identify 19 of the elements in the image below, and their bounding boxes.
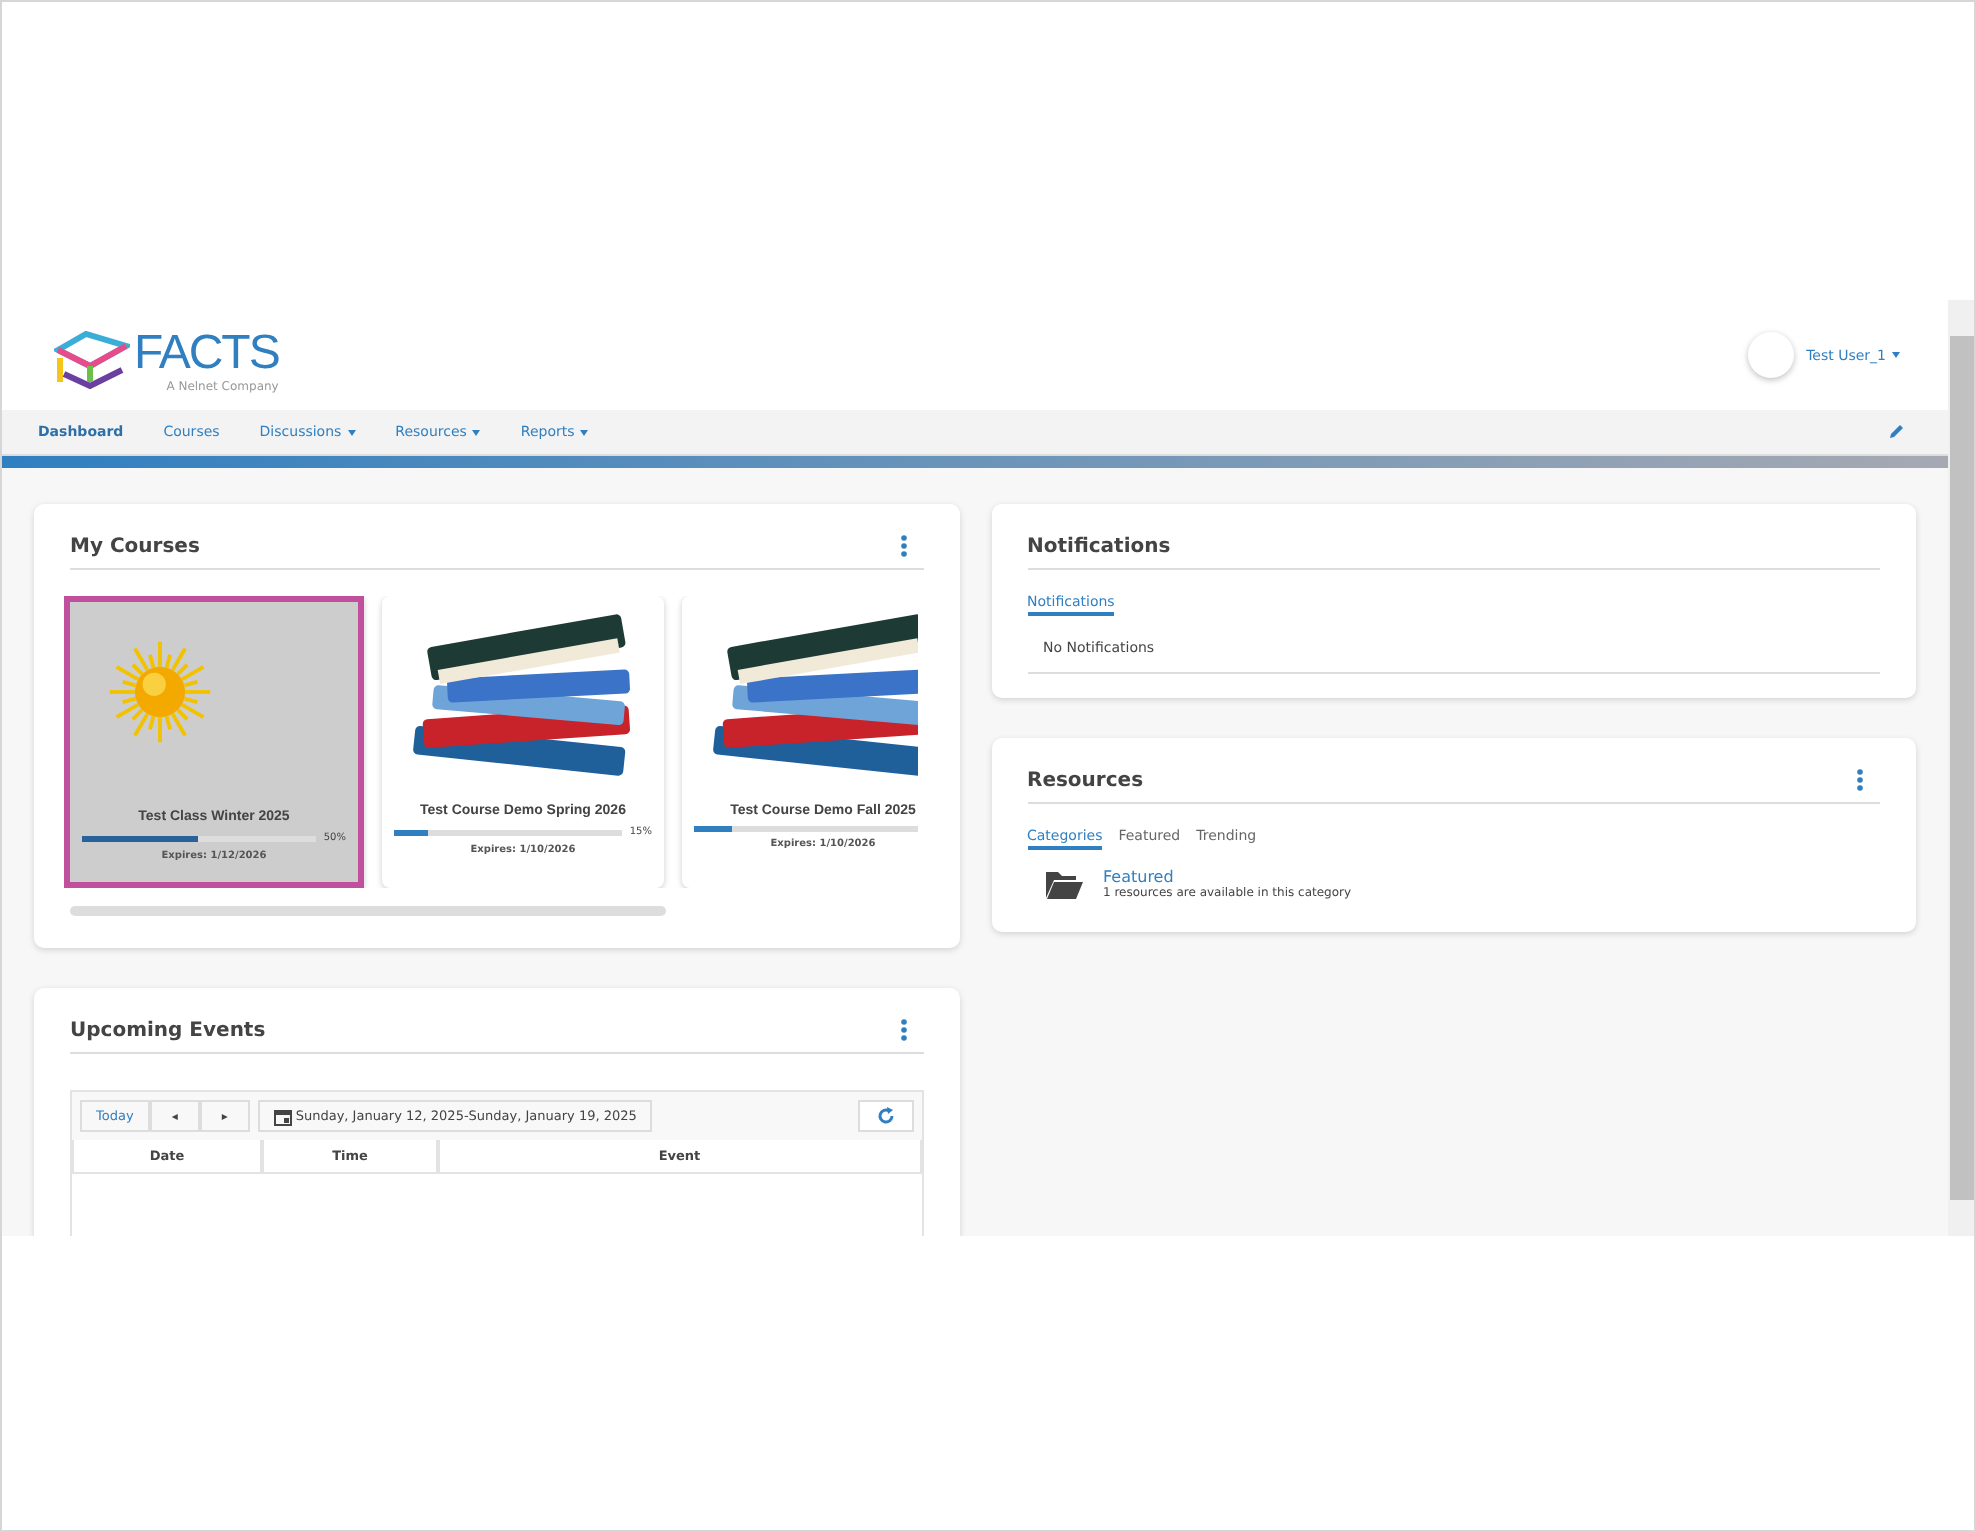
refresh-icon bbox=[875, 1106, 895, 1126]
horizontal-scrollbar[interactable] bbox=[70, 906, 666, 916]
card-title: My Courses bbox=[70, 535, 200, 557]
avatar bbox=[1748, 332, 1795, 378]
more-menu-icon bbox=[899, 1018, 907, 1042]
more-menu-icon bbox=[899, 534, 907, 558]
folder-icon bbox=[1043, 868, 1083, 900]
card-title: Notifications bbox=[1027, 535, 1171, 557]
vertical-scrollbar[interactable] bbox=[1948, 300, 1974, 1236]
category-link[interactable]: Featured bbox=[1103, 868, 1352, 886]
card-title: Upcoming Events bbox=[70, 1019, 266, 1041]
logo-icon bbox=[54, 329, 130, 389]
more-menu-icon bbox=[1856, 768, 1864, 792]
logo-wordmark: FACTS bbox=[134, 329, 279, 377]
card-title: Resources bbox=[1027, 769, 1144, 791]
pencil-icon bbox=[1888, 424, 1904, 440]
calendar-icon bbox=[273, 1107, 292, 1125]
refresh-button[interactable] bbox=[857, 1100, 913, 1132]
caret-icon bbox=[1892, 352, 1900, 359]
